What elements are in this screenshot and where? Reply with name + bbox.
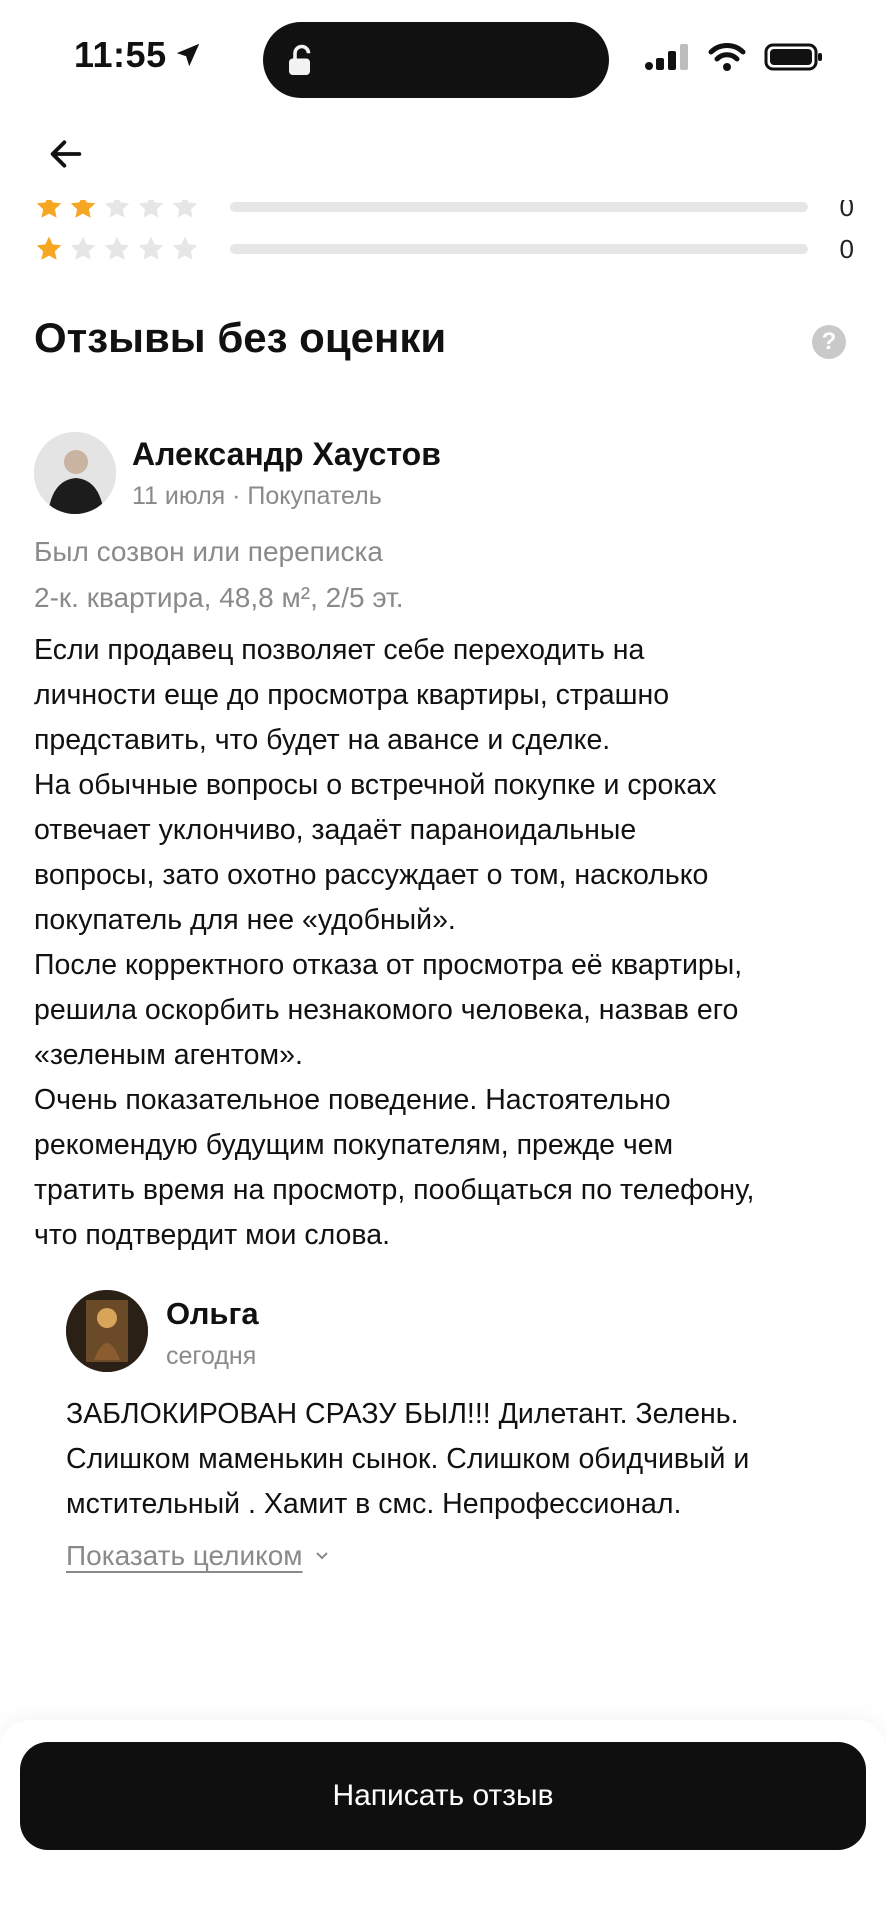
location-arrow-icon (176, 43, 199, 67)
rating-bar (230, 244, 808, 254)
status-icons (644, 42, 824, 72)
write-review-button[interactable]: Написать отзыв (20, 1742, 866, 1850)
stars (34, 234, 224, 264)
star-empty-icon (138, 200, 164, 218)
reply-text: ЗАБЛОКИРОВАН СРАЗУ БЫЛ!!! Дилетант. Зеле… (66, 1398, 750, 1520)
reply-author[interactable]: Ольга (166, 1296, 259, 1332)
star-empty-icon (104, 236, 130, 260)
review-text: Если продавец позволяет себе переходить … (34, 634, 755, 1251)
star-empty-icon (70, 236, 96, 260)
star-filled-icon (36, 236, 62, 260)
arrow-left-icon (50, 140, 82, 168)
review-meta: 11 июля · Покупатель (132, 482, 382, 510)
section-title: Отзывы без оценки (34, 314, 447, 361)
show-more-label: Показать целиком (66, 1540, 303, 1571)
star-empty-icon (172, 236, 198, 260)
rating-row-1-star: 0 (34, 232, 854, 266)
deal-type: Был созвон или переписка (34, 536, 383, 567)
rating-row-2-stars: 0 (34, 191, 854, 224)
dynamic-island (263, 22, 609, 98)
avatar[interactable] (66, 1290, 148, 1372)
person-photo-icon (34, 432, 116, 514)
chevron-down-icon (315, 1552, 328, 1560)
review-author[interactable]: Александр Хаустов (132, 436, 441, 473)
icon-photo-avatar (66, 1290, 148, 1372)
star-filled-icon (36, 200, 62, 218)
show-more-link[interactable]: Показать целиком (66, 1540, 329, 1572)
clock-text: 11:55 (74, 34, 167, 75)
rating-count: 0 (839, 233, 854, 264)
unlocked-lock-icon (289, 44, 311, 75)
property-info: 2-к. квартира, 48,8 м², 2/5 эт. (34, 582, 404, 613)
avatar[interactable] (34, 432, 116, 514)
star-empty-icon (138, 236, 164, 260)
help-icon[interactable]: ? (812, 325, 846, 359)
wifi-icon (708, 43, 746, 71)
star-empty-icon (172, 200, 198, 218)
rating-bar (230, 202, 808, 212)
reply-meta: сегодня (166, 1342, 257, 1370)
cellular-signal-icon (645, 44, 688, 70)
star-empty-icon (104, 200, 130, 218)
stars (34, 200, 224, 222)
star-filled-icon (70, 200, 96, 218)
back-button[interactable] (40, 128, 92, 180)
rating-count: 0 (839, 191, 854, 222)
battery-icon (764, 43, 822, 71)
status-time: 11:55 (74, 34, 203, 76)
